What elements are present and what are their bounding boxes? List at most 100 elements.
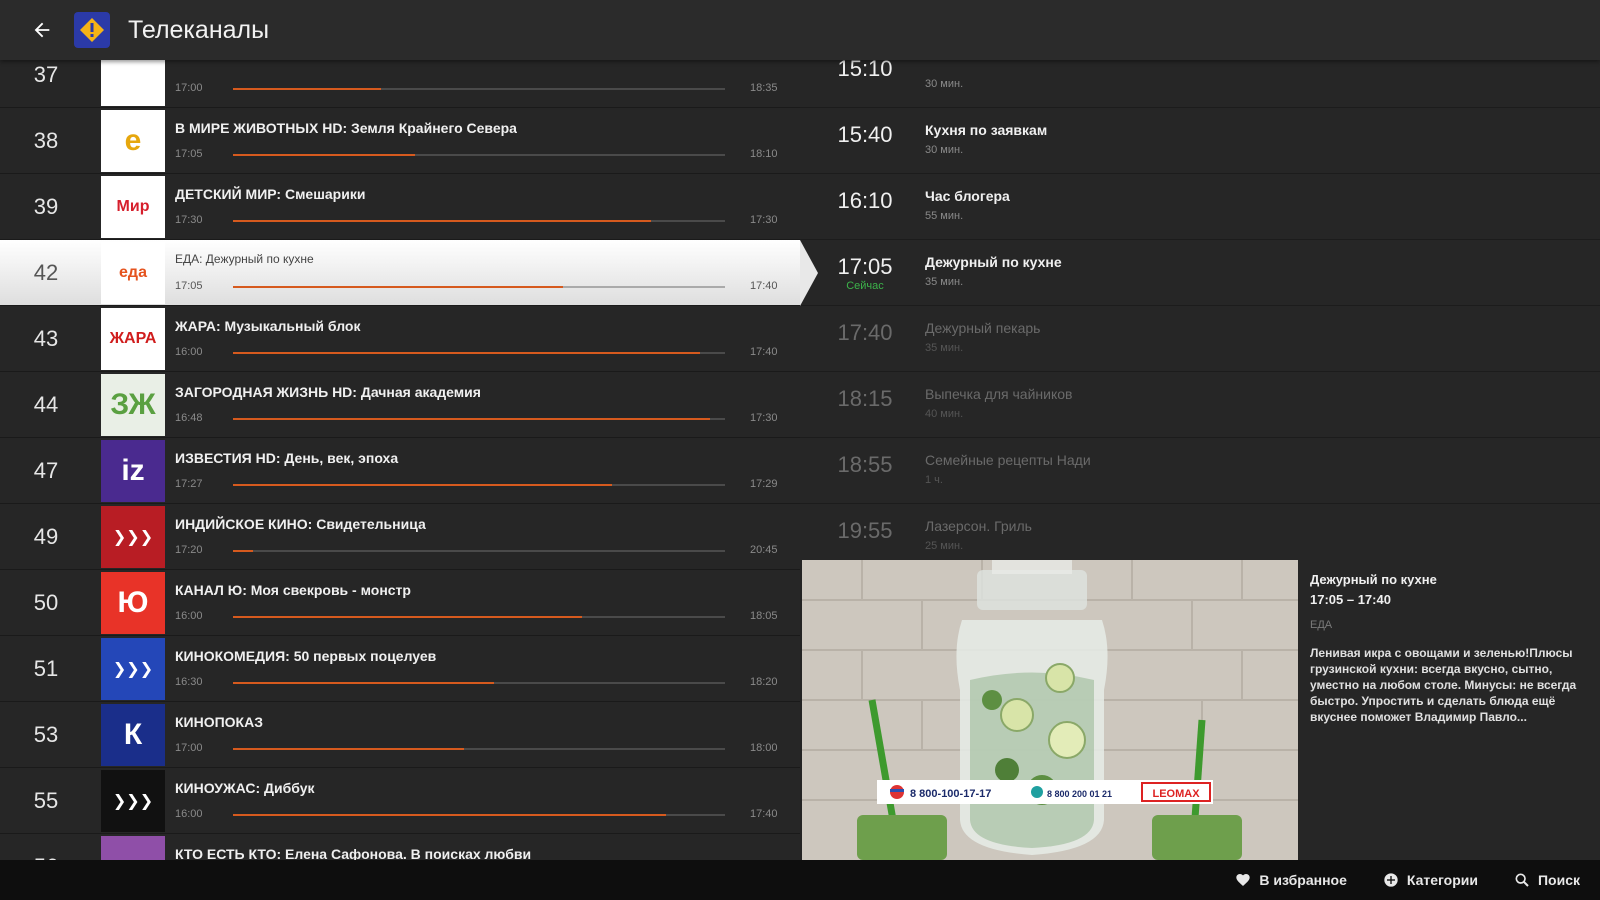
program-progress-fill <box>233 616 583 618</box>
program-start-time: 16:00 <box>175 346 203 358</box>
video-preview[interactable]: 8 800-100-17-17 8 800 200 01 21 LEOMAX <box>802 560 1298 860</box>
selection-arrow <box>800 240 818 306</box>
plus-circle-icon <box>1384 873 1398 887</box>
channel-row[interactable]: 49 ❯❯❯ ИНДИЙСКОЕ КИНО: Свидетельница 17:20 2… <box>0 504 800 570</box>
channel-program-title: ИЗВЕСТИЯ HD: День, век, эпоха <box>175 450 399 466</box>
schedule-duration: 30 мин. <box>925 78 964 90</box>
channel-logo: ЖАРА <box>101 308 165 370</box>
favorites-button[interactable]: В избранное <box>1235 872 1347 888</box>
schedule-row[interactable]: 18:15 Выпечка для чайников 40 мин. <box>800 372 1600 438</box>
channel-row[interactable]: 37 17:00 18:35 <box>0 60 800 108</box>
program-end-time: 17:40 <box>750 280 778 292</box>
channel-program-title: ИНДИЙСКОЕ КИНО: Свидетельница <box>175 516 426 532</box>
channel-program-title: КИНОПОКАЗ <box>175 714 263 730</box>
channel-number: 42 <box>33 260 59 285</box>
channel-logo <box>101 836 165 860</box>
arrow-left-icon <box>34 22 50 38</box>
program-progress-fill <box>233 682 494 684</box>
channel-program-title: КАНАЛ Ю: Моя свекровь - монстр <box>175 582 411 598</box>
schedule-row[interactable]: 15:10 30 мин. <box>800 60 1600 108</box>
schedule-title: Выпечка для чайников <box>925 386 1073 402</box>
program-progress-fill <box>233 748 465 750</box>
info-title: Дежурный по кухне <box>1310 572 1437 587</box>
program-end-time: 17:29 <box>750 478 778 490</box>
channel-logo-text: ❯❯❯ <box>112 661 154 678</box>
channel-logo-text: Мир <box>116 198 150 215</box>
channel-row[interactable]: 53 К КИНОПОКАЗ 17:00 18:00 <box>0 702 800 768</box>
channel-row[interactable]: 50 Ю КАНАЛ Ю: Моя свекровь - монстр 16:00 18… <box>0 570 800 636</box>
categories-label: Категории <box>1406 872 1478 888</box>
schedule-time: 19:55 <box>837 518 893 543</box>
channel-row[interactable]: 51 ❯❯❯ КИНОКОМЕДИЯ: 50 первых поцелуев 16:3… <box>0 636 800 702</box>
channel-program-title: КИНОКОМЕДИЯ: 50 первых поцелуев <box>175 648 437 664</box>
channel-row[interactable]: 38 e В МИРЕ ЖИВОТНЫХ HD: Земля Крайнего Се… <box>0 108 800 174</box>
channel-logo-text: ❯❯❯ <box>112 529 154 546</box>
back-button[interactable] <box>24 12 60 48</box>
program-progress-fill <box>233 352 701 354</box>
program-end-time: 18:05 <box>750 610 778 622</box>
program-progress-bar <box>233 550 725 552</box>
channel-number: 49 <box>33 524 59 549</box>
channel-row[interactable]: 39 Мир ДЕТСКИЙ МИР: Смешарики 17:30 17:30 <box>0 174 800 240</box>
program-start-time: 16:30 <box>175 676 203 688</box>
ad-phone-1: 8 800-100-17-17 <box>910 788 991 800</box>
schedule-row[interactable]: 19:55 Лазерсон. Гриль 25 мин. <box>800 504 1600 560</box>
categories-button[interactable]: Категории <box>1383 872 1478 888</box>
channel-program-title: КИНОУЖАС: Диббук <box>175 780 315 796</box>
channel-number: 50 <box>33 590 59 615</box>
program-end-time: 18:00 <box>750 742 778 754</box>
schedule-row[interactable]: 15:40 Кухня по заявкам 30 мин. <box>800 108 1600 174</box>
channel-number: 39 <box>33 194 59 219</box>
schedule-duration: 55 мин. <box>925 210 964 222</box>
program-start-time: 16:48 <box>175 412 203 424</box>
search-button[interactable]: Поиск <box>1514 872 1580 888</box>
page-title: Телеканалы <box>128 15 270 44</box>
program-start-time: 16:00 <box>175 610 203 622</box>
info-time: 17:05 – 17:40 <box>1310 592 1391 607</box>
channel-number: 43 <box>33 326 59 351</box>
program-end-time: 17:40 <box>750 808 778 820</box>
program-schedule: 15:10 30 мин. 15:40 Кухня по заявкам 30 мин.… <box>800 60 1600 560</box>
channel-program-title: КТО ЕСТЬ КТО: Елена Сафонова. В поисках … <box>175 846 532 860</box>
channel-number: 55 <box>33 788 59 813</box>
program-start-time: 17:27 <box>175 478 203 490</box>
channel-logo: e <box>101 110 165 172</box>
channel-row[interactable]: 55 ❯❯❯ КИНОУЖАС: Диббук 16:00 17:40 <box>0 768 800 834</box>
channel-logo-text: еда <box>119 264 147 281</box>
program-end-time: 17:30 <box>750 214 778 226</box>
program-progress-bar <box>233 484 725 486</box>
program-info-panel: Дежурный по кухне 17:05 – 17:40 ЕДА Лени… <box>1298 560 1600 860</box>
program-progress-bar <box>233 220 725 222</box>
schedule-row[interactable]: 16:10 Час блогера 55 мин. <box>800 174 1600 240</box>
channel-program-title: ЗАГОРОДНАЯ ЖИЗНЬ HD: Дачная академия <box>175 384 481 400</box>
schedule-row[interactable]: 17:40 Дежурный пекарь 35 мин. <box>800 306 1600 372</box>
schedule-row[interactable]: 18:55 Семейные рецепты Нади 1 ч. <box>800 438 1600 504</box>
program-end-time: 18:10 <box>750 148 778 160</box>
program-progress-bar <box>233 682 725 684</box>
schedule-duration: 1 ч. <box>925 474 943 486</box>
tv-guide-app: Телеканалы 37 17:00 18:35 38 e В МИРЕ ЖИВОТНЫ… <box>0 0 1600 900</box>
channel-number: 51 <box>33 656 59 681</box>
program-start-time: 17:20 <box>175 544 203 556</box>
channel-logo-text: ЖАРА <box>109 330 157 347</box>
channel-logo: ❯❯❯ <box>101 770 165 832</box>
program-progress-bar <box>233 748 725 750</box>
channel-row[interactable]: 44 ЗЖ ЗАГОРОДНАЯ ЖИЗНЬ HD: Дачная академия… <box>0 372 800 438</box>
schedule-duration: 35 мин. <box>925 276 964 288</box>
schedule-time: 17:05 <box>837 254 893 279</box>
channel-program-title: ЖАРА: Музыкальный блок <box>175 318 361 334</box>
program-progress-fill <box>233 550 253 552</box>
channel-program-title: ДЕТСКИЙ МИР: Смешарики <box>175 186 366 202</box>
app-logo <box>74 12 110 48</box>
channel-number: 47 <box>33 458 59 483</box>
schedule-row[interactable]: 17:05 Дежурный по кухне 35 мин. Сейчас <box>800 240 1600 306</box>
channel-list: 37 17:00 18:35 38 e В МИРЕ ЖИВОТНЫХ HD: Земля… <box>0 60 800 860</box>
schedule-title: Кухня по заявкам <box>925 122 1048 138</box>
channel-row[interactable]: 56 КТО ЕСТЬ КТО: Елена Сафонова. В поиска… <box>0 834 800 860</box>
ad-phone-2: 8 800 200 01 21 <box>1047 789 1112 799</box>
channel-row[interactable]: 47 iz ИЗВЕСТИЯ HD: День, век, эпоха 17:27 17… <box>0 438 800 504</box>
channel-row[interactable]: 42 еда ЕДА: Дежурный по кухне 17:05 17:40 <box>0 240 800 306</box>
program-progress-bar <box>233 814 725 816</box>
channel-row[interactable]: 43 ЖАРА ЖАРА: Музыкальный блок 16:00 17:40 <box>0 306 800 372</box>
channel-logo-text: Ю <box>117 586 149 619</box>
